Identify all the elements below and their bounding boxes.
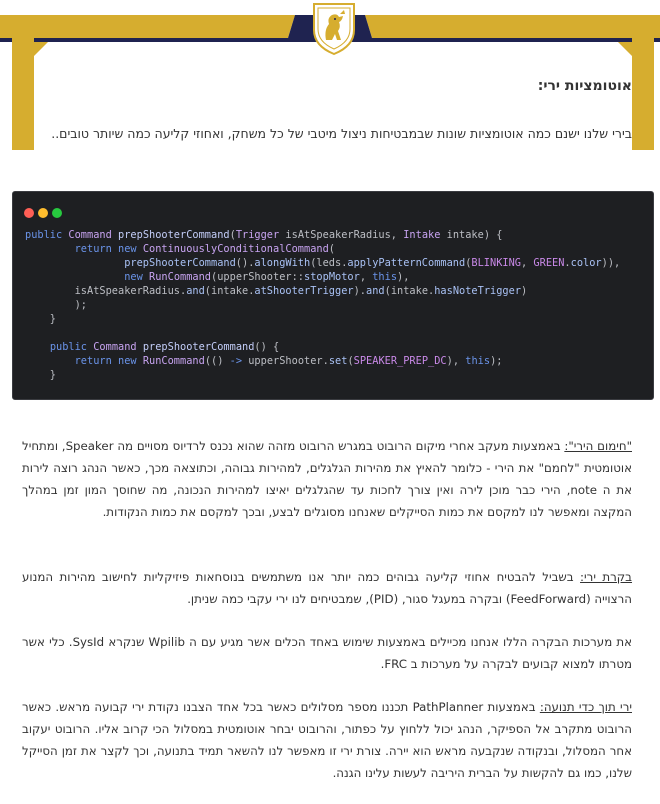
paragraph-lead: "חימום הירי": [564, 439, 632, 453]
paragraph-body: בשביל להבטיח אחוזי קליעה גבוהים כמה יותר… [22, 570, 632, 606]
code-window: public Command prepShooterCommand(Trigge… [12, 191, 654, 400]
window-dots [24, 203, 66, 222]
paragraph-body: באמצעות מעקב אחרי מיקום הרובוט במגרש הרו… [22, 439, 632, 519]
logo [308, 0, 360, 56]
paragraph-sysid: את מערכות הבקרה הללו אנחנו מכיילים באמצע… [22, 631, 632, 675]
intro-text: בירי שלנו ישנם כמה אוטומציות שונות שבמבט… [51, 126, 632, 141]
paragraph-shooter-control: בקרת ירי: בשביל להבטיח אחוזי קליעה גבוהי… [22, 566, 632, 610]
section-title: אוטומציות ירי: [537, 78, 632, 94]
code-block: public Command prepShooterCommand(Trigge… [25, 229, 621, 381]
paragraph-shoot-on-move: ירי תוך כדי תנועה: באמצעות PathPlanner ת… [22, 696, 632, 784]
minimize-dot-icon [38, 208, 48, 218]
paragraph-lead: ירי תוך כדי תנועה: [539, 700, 632, 714]
maximize-dot-icon [52, 208, 62, 218]
paragraph-shooter-warmup: "חימום הירי": באמצעות מעקב אחרי מיקום הר… [22, 435, 632, 523]
close-dot-icon [24, 208, 34, 218]
paragraph-lead: בקרת ירי: [580, 570, 633, 584]
paragraph-body: את מערכות הבקרה הללו אנחנו מכיילים באמצע… [22, 635, 632, 671]
lion-crest-icon [313, 3, 355, 56]
